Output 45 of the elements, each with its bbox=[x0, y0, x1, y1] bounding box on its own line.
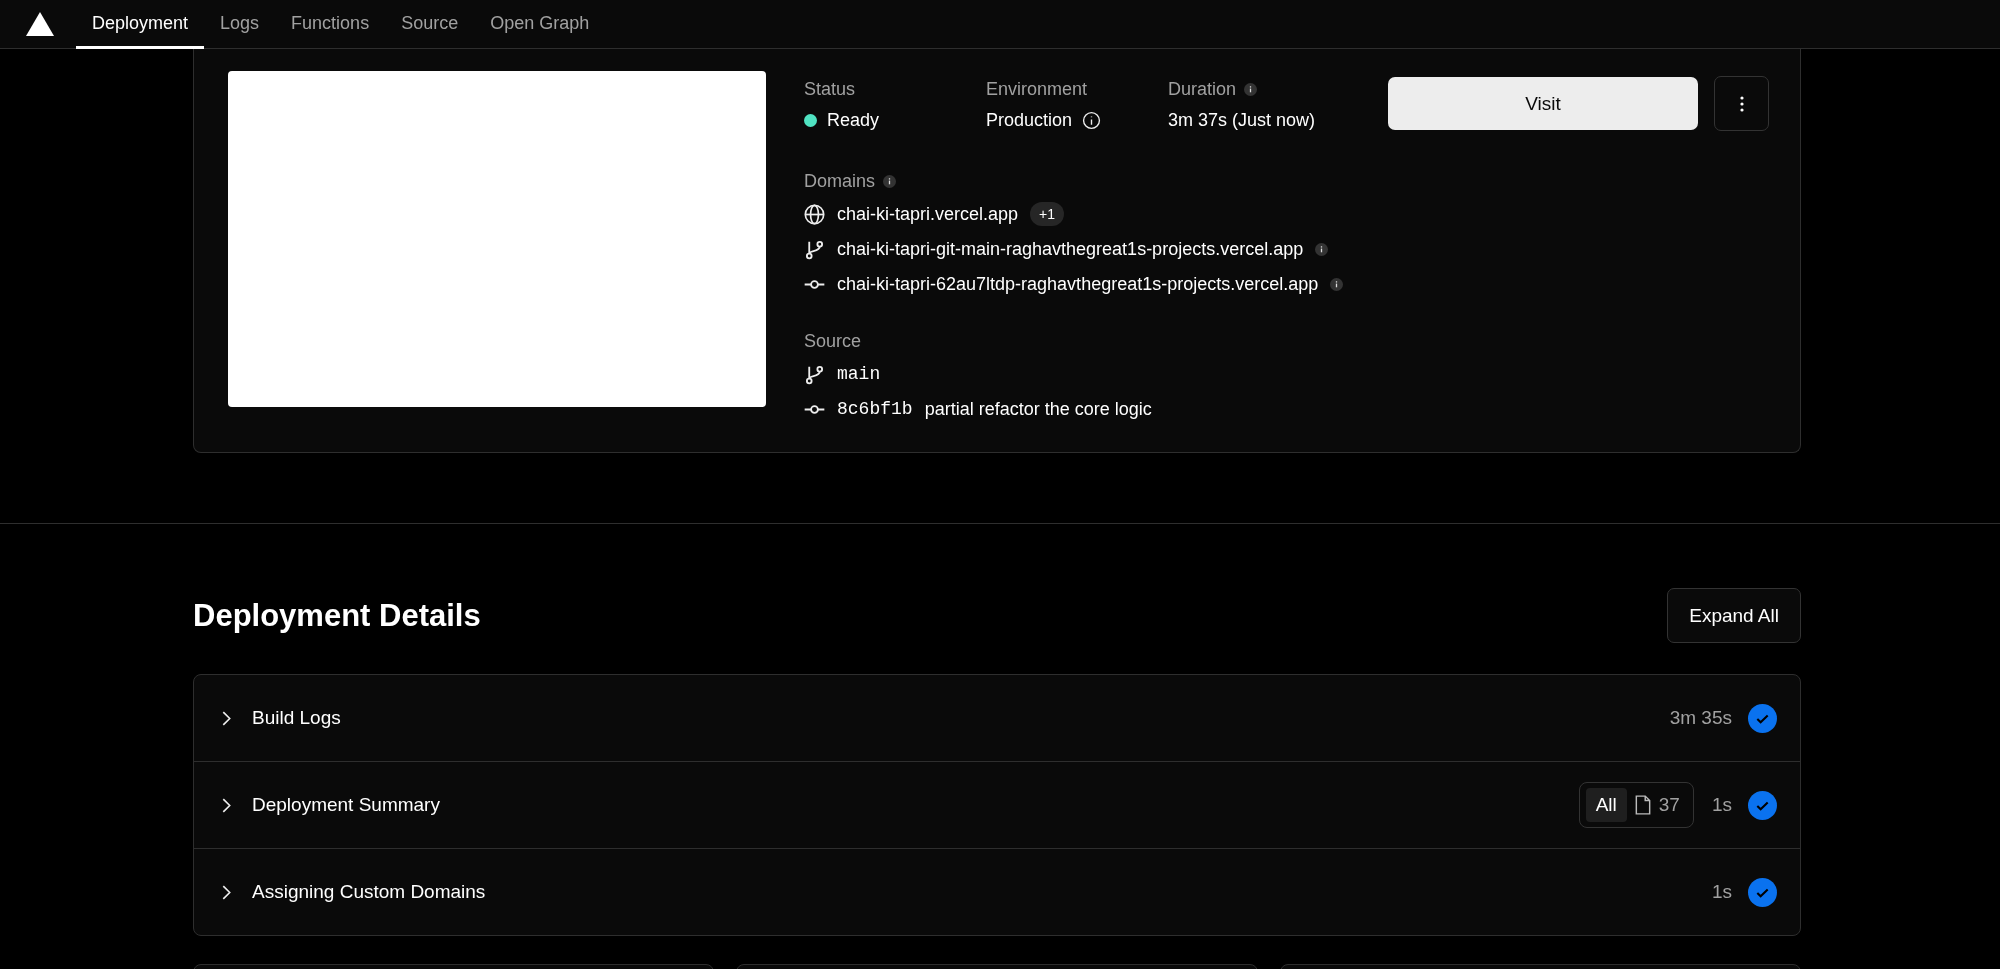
step-duration: 3m 35s bbox=[1669, 707, 1732, 729]
step-title: Assigning Custom Domains bbox=[252, 881, 486, 903]
step-duration: 1s bbox=[1711, 881, 1732, 903]
commit-message: partial refactor the core logic bbox=[924, 398, 1152, 420]
globe-icon bbox=[804, 203, 825, 225]
step-title: Build Logs bbox=[252, 707, 341, 729]
info-icon[interactable] bbox=[1082, 111, 1102, 130]
duration-value: 3m 37s (Just now) bbox=[1168, 110, 1316, 131]
domain-count-badge[interactable]: +1 bbox=[1030, 202, 1065, 226]
accordion-row[interactable]: Build Logs 3m 35s bbox=[194, 675, 1800, 761]
accordion-row[interactable]: Assigning Custom Domains 1s bbox=[194, 848, 1800, 935]
git-branch-icon bbox=[804, 238, 825, 260]
nav-tab[interactable]: Open Graph bbox=[474, 0, 606, 49]
section-heading: Deployment Details bbox=[193, 597, 481, 634]
logo-triangle-icon[interactable] bbox=[26, 12, 54, 36]
nav-tab[interactable]: Functions bbox=[275, 0, 386, 49]
step-duration: 1s bbox=[1711, 794, 1732, 816]
info-icon[interactable] bbox=[883, 175, 897, 188]
domain-link[interactable]: chai-ki-tapri.vercel.app bbox=[837, 203, 1019, 225]
status-value: Ready bbox=[827, 110, 880, 131]
nav-tab[interactable]: Source bbox=[385, 0, 475, 49]
info-icon[interactable] bbox=[1315, 242, 1329, 256]
visit-button[interactable]: Visit bbox=[1388, 77, 1698, 130]
domains-label: Domains bbox=[804, 171, 876, 192]
git-branch-icon bbox=[804, 363, 825, 385]
step-title: Deployment Summary bbox=[252, 794, 440, 816]
file-icon bbox=[1634, 795, 1651, 815]
info-icon[interactable] bbox=[1244, 83, 1258, 96]
accordion-row[interactable]: Deployment Summary All 37 1s bbox=[194, 761, 1800, 848]
duration-label: Duration bbox=[1168, 79, 1237, 100]
domain-link[interactable]: chai-ki-tapri-git-main-raghavthegreat1s-projects.vercel.app bbox=[837, 238, 1304, 260]
more-vertical-icon bbox=[1739, 95, 1744, 112]
all-filter-button[interactable]: All bbox=[1585, 788, 1627, 822]
domain-link[interactable]: chai-ki-tapri-62au7ltdp-raghavthegreat1s-projects.vercel.app bbox=[837, 273, 1319, 295]
environment-label: Environment bbox=[986, 79, 1089, 100]
info-icon[interactable] bbox=[1330, 277, 1344, 291]
file-count: 37 bbox=[1658, 794, 1680, 816]
nav-tab[interactable]: Logs bbox=[204, 0, 276, 49]
environment-value: Production bbox=[986, 110, 1073, 131]
commit-hash[interactable]: 8c6bf1b bbox=[837, 399, 913, 419]
branch-name[interactable]: main bbox=[837, 364, 881, 384]
status-label: Status bbox=[804, 79, 857, 100]
nav-tab[interactable]: Deployment bbox=[76, 0, 205, 49]
expand-all-button[interactable]: Expand All bbox=[1667, 588, 1801, 643]
source-label: Source bbox=[804, 331, 863, 352]
